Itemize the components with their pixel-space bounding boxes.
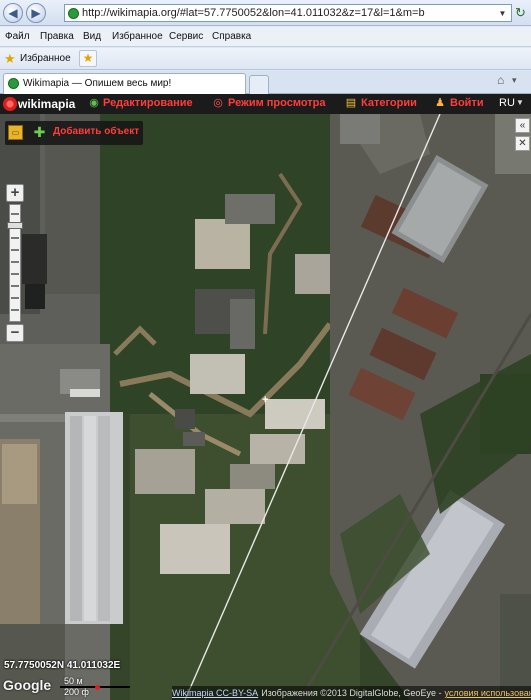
forward-button[interactable]: ▶	[26, 3, 46, 23]
nav-view-mode-link[interactable]: Режим просмотра	[228, 97, 326, 109]
close-icon[interactable]: ✕	[515, 136, 530, 151]
scale-imperial: 200 ф	[64, 687, 89, 697]
url-input[interactable]: http://wikimapia.org/#lat=57.7750052&lon…	[64, 4, 512, 22]
zoom-slider[interactable]	[7, 204, 23, 322]
new-tab-button[interactable]	[249, 75, 269, 94]
zoom-notch	[11, 297, 19, 299]
map-scale: 50 м 200 ф	[40, 676, 132, 698]
zoom-notch	[11, 213, 19, 215]
menu-help[interactable]: Справка	[212, 31, 251, 42]
favorites-star-icon[interactable]: ★	[4, 51, 16, 67]
url-dropdown-icon[interactable]: ▼	[497, 8, 508, 19]
map-toolbar: ▭ ✚ Добавить объект	[5, 121, 143, 145]
back-button[interactable]: ◀	[3, 3, 23, 23]
zoom-notch	[11, 285, 19, 287]
eye-icon: ◎	[213, 97, 223, 109]
coordinates-readout: 57.7750052N 41.011032E	[4, 660, 121, 671]
map-side-controls: « ✕	[515, 114, 531, 154]
wikimapia-header: wikimapia ◉ Редактирование ◎ Режим просм…	[0, 94, 531, 114]
menu-edit[interactable]: Правка	[40, 31, 74, 42]
nav-edit-link[interactable]: Редактирование	[103, 97, 193, 109]
tab-wikimapia[interactable]: Wikimapia — Опишем весь мир!	[3, 73, 246, 94]
ruler-icon[interactable]: ▭	[8, 125, 23, 140]
language-selector[interactable]: RU	[499, 97, 515, 109]
refresh-icon[interactable]: ↻	[515, 5, 529, 21]
zoom-notch	[11, 261, 19, 263]
favorites-bar: ★ Избранное ★	[0, 48, 531, 70]
zoom-notch	[11, 273, 19, 275]
zoom-out-button[interactable]: −	[6, 324, 24, 342]
scale-metric: 50 м	[64, 676, 83, 686]
menu-view[interactable]: Вид	[83, 31, 101, 42]
language-chevron-down-icon[interactable]: ▼	[516, 98, 524, 107]
satellite-imagery	[0, 114, 531, 700]
terms-link[interactable]: условия использования	[444, 688, 531, 698]
wikimapia-logo[interactable]: wikimapia	[18, 97, 75, 111]
site-favicon-icon	[68, 8, 79, 19]
menu-file[interactable]: Файл	[5, 31, 30, 42]
imagery-credit: Изображения ©2013 DigitalGlobe, GeoEye -	[261, 688, 442, 698]
zoom-in-button[interactable]: +	[6, 184, 24, 202]
home-icon[interactable]: ⌂	[497, 73, 504, 87]
zoom-notch	[11, 309, 19, 311]
url-text: http://wikimapia.org/#lat=57.7750052&lon…	[82, 7, 425, 19]
zoom-control: + −	[6, 184, 24, 344]
globe-icon: ◉	[89, 97, 99, 109]
license-link[interactable]: Wikimapia CC-BY-SA	[172, 688, 258, 698]
menu-tools[interactable]: Сервис	[169, 31, 203, 42]
tab-title: Wikimapia — Опишем весь мир!	[23, 78, 172, 89]
categories-icon: ▤	[345, 97, 357, 109]
nav-categories-link[interactable]: Категории	[361, 97, 417, 109]
map-crosshair-icon: +	[262, 394, 269, 406]
satellite-map[interactable]: ▭ ✚ Добавить объект « ✕ + − + 57.7750052…	[0, 114, 531, 700]
add-object-icon[interactable]: ✚	[31, 124, 48, 141]
user-icon: ♟	[435, 97, 445, 109]
nav-login-link[interactable]: Войти	[450, 97, 484, 109]
tab-favicon-icon	[8, 78, 19, 89]
scale-marker	[95, 685, 100, 690]
favorites-button[interactable]: Избранное	[20, 53, 71, 64]
wikimapia-logo-icon	[3, 97, 17, 111]
menu-favorites[interactable]: Избранное	[112, 31, 163, 42]
tab-bar: Wikimapia — Опишем весь мир!	[0, 71, 531, 94]
address-bar-row: ◀ ▶ http://wikimapia.org/#lat=57.7750052…	[0, 0, 531, 26]
zoom-notch	[11, 237, 19, 239]
menu-bar: Файл Правка Вид Избранное Сервис Справка	[0, 27, 531, 47]
add-favorite-icon[interactable]: ★	[79, 50, 97, 67]
add-object-button[interactable]: Добавить объект	[53, 126, 139, 137]
zoom-thumb[interactable]	[7, 222, 23, 229]
zoom-notch	[11, 249, 19, 251]
expand-chevron-icon[interactable]: «	[515, 118, 530, 133]
map-attribution: Wikimapia CC-BY-SA Изображения ©2013 Digi…	[172, 686, 531, 700]
tab-menu-chevron-icon[interactable]: ▾	[512, 75, 517, 86]
